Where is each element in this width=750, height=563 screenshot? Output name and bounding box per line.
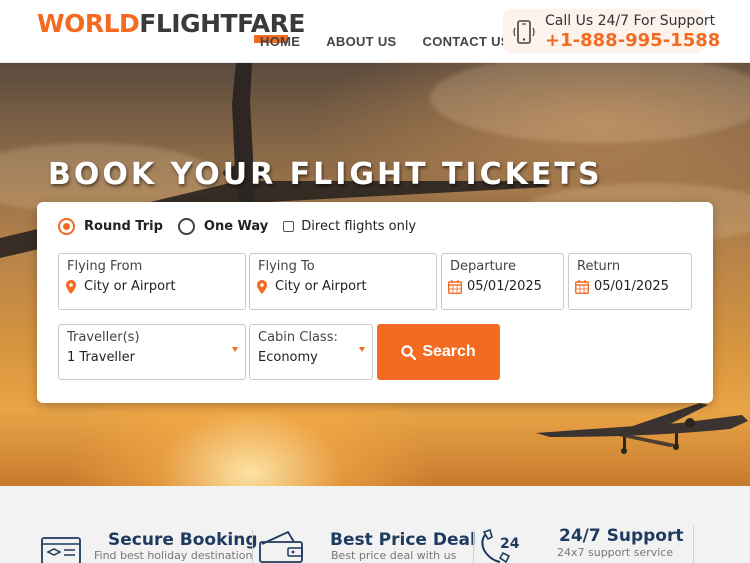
- mobile-phone-icon: [513, 20, 535, 44]
- travellers-label: Traveller(s): [67, 330, 140, 345]
- svg-text:24: 24: [500, 536, 520, 552]
- travellers-value: 1 Traveller: [67, 350, 136, 365]
- round-trip-radio[interactable]: [58, 218, 75, 235]
- support-phone-number[interactable]: +1-888-995-1588: [545, 30, 720, 51]
- hero-title: BOOK YOUR FLIGHT TICKETS: [48, 157, 603, 192]
- search-icon: [401, 344, 417, 360]
- features-strip: Secure Booking Find best holiday destina…: [0, 486, 750, 563]
- support-label: Call Us 24/7 For Support: [545, 13, 716, 29]
- site-header: WORLDFLIGHTFARE HOME ABOUT US CONTACT US…: [0, 0, 750, 63]
- flight-search-form: Round Trip One Way Direct flights only F…: [37, 202, 713, 403]
- support-24-icon: 24: [481, 528, 520, 563]
- secure-booking-icon: [41, 537, 81, 563]
- wallet-icon: [259, 530, 303, 563]
- search-button-label: Search: [422, 343, 476, 360]
- map-pin-icon: [257, 280, 267, 294]
- calendar-icon: [448, 280, 462, 294]
- flying-from-label: Flying From: [67, 259, 143, 274]
- divider: [252, 530, 253, 563]
- direct-flights-checkbox[interactable]: [283, 221, 295, 232]
- feature-title: Secure Booking: [108, 530, 258, 550]
- divider: [473, 530, 474, 563]
- direct-flights-label[interactable]: Direct flights only: [301, 219, 416, 234]
- flying-to-field[interactable]: Flying To City or Airport: [249, 253, 437, 310]
- feature-subtitle: Best price deal with us: [331, 549, 457, 562]
- feature-support: 24 24/7 Support 24x7 support service: [478, 486, 693, 563]
- landing-airplane: [536, 403, 748, 454]
- flying-from-input[interactable]: City or Airport: [84, 279, 176, 294]
- feature-title: 24/7 Support: [559, 526, 684, 546]
- map-pin-icon: [66, 280, 76, 294]
- trip-type-row: Round Trip One Way Direct flights only: [58, 218, 416, 235]
- departure-label: Departure: [450, 259, 516, 274]
- nav-about-us[interactable]: ABOUT US: [326, 34, 396, 49]
- feature-secure-booking: Secure Booking Find best holiday destina…: [40, 486, 258, 563]
- cabin-class-label: Cabin Class:: [258, 330, 338, 345]
- cabin-class-select[interactable]: Cabin Class: Economy: [249, 324, 373, 380]
- feature-subtitle: 24x7 support service: [557, 546, 674, 559]
- return-label: Return: [577, 259, 621, 274]
- nav-contact-us[interactable]: CONTACT US: [423, 34, 510, 49]
- search-button[interactable]: Search: [377, 324, 500, 380]
- calendar-icon: [575, 280, 589, 294]
- return-date-input[interactable]: 05/01/2025: [594, 279, 669, 294]
- round-trip-label[interactable]: Round Trip: [84, 219, 163, 234]
- feature-subtitle: Find best holiday destination: [94, 549, 253, 562]
- nav-home[interactable]: HOME: [260, 34, 300, 49]
- divider: [693, 526, 694, 563]
- flying-to-label: Flying To: [258, 259, 315, 274]
- feature-best-price: Best Price Deal Best price deal with us: [258, 486, 476, 563]
- feature-title: Best Price Deal: [330, 530, 476, 550]
- travellers-select[interactable]: Traveller(s) 1 Traveller: [58, 324, 246, 380]
- departure-field[interactable]: Departure 05/01/2025: [441, 253, 564, 310]
- chevron-down-icon: [359, 347, 365, 352]
- flying-to-input[interactable]: City or Airport: [275, 279, 367, 294]
- main-nav: HOME ABOUT US CONTACT US: [260, 34, 536, 49]
- cabin-class-value: Economy: [258, 350, 318, 365]
- support-callout[interactable]: Call Us 24/7 For Support +1-888-995-1588: [503, 9, 720, 53]
- one-way-label[interactable]: One Way: [204, 219, 268, 234]
- chevron-down-icon: [232, 347, 238, 352]
- return-field[interactable]: Return 05/01/2025: [568, 253, 692, 310]
- one-way-radio[interactable]: [177, 218, 195, 235]
- flying-from-field[interactable]: Flying From City or Airport: [58, 253, 246, 310]
- departure-date-input[interactable]: 05/01/2025: [467, 279, 542, 294]
